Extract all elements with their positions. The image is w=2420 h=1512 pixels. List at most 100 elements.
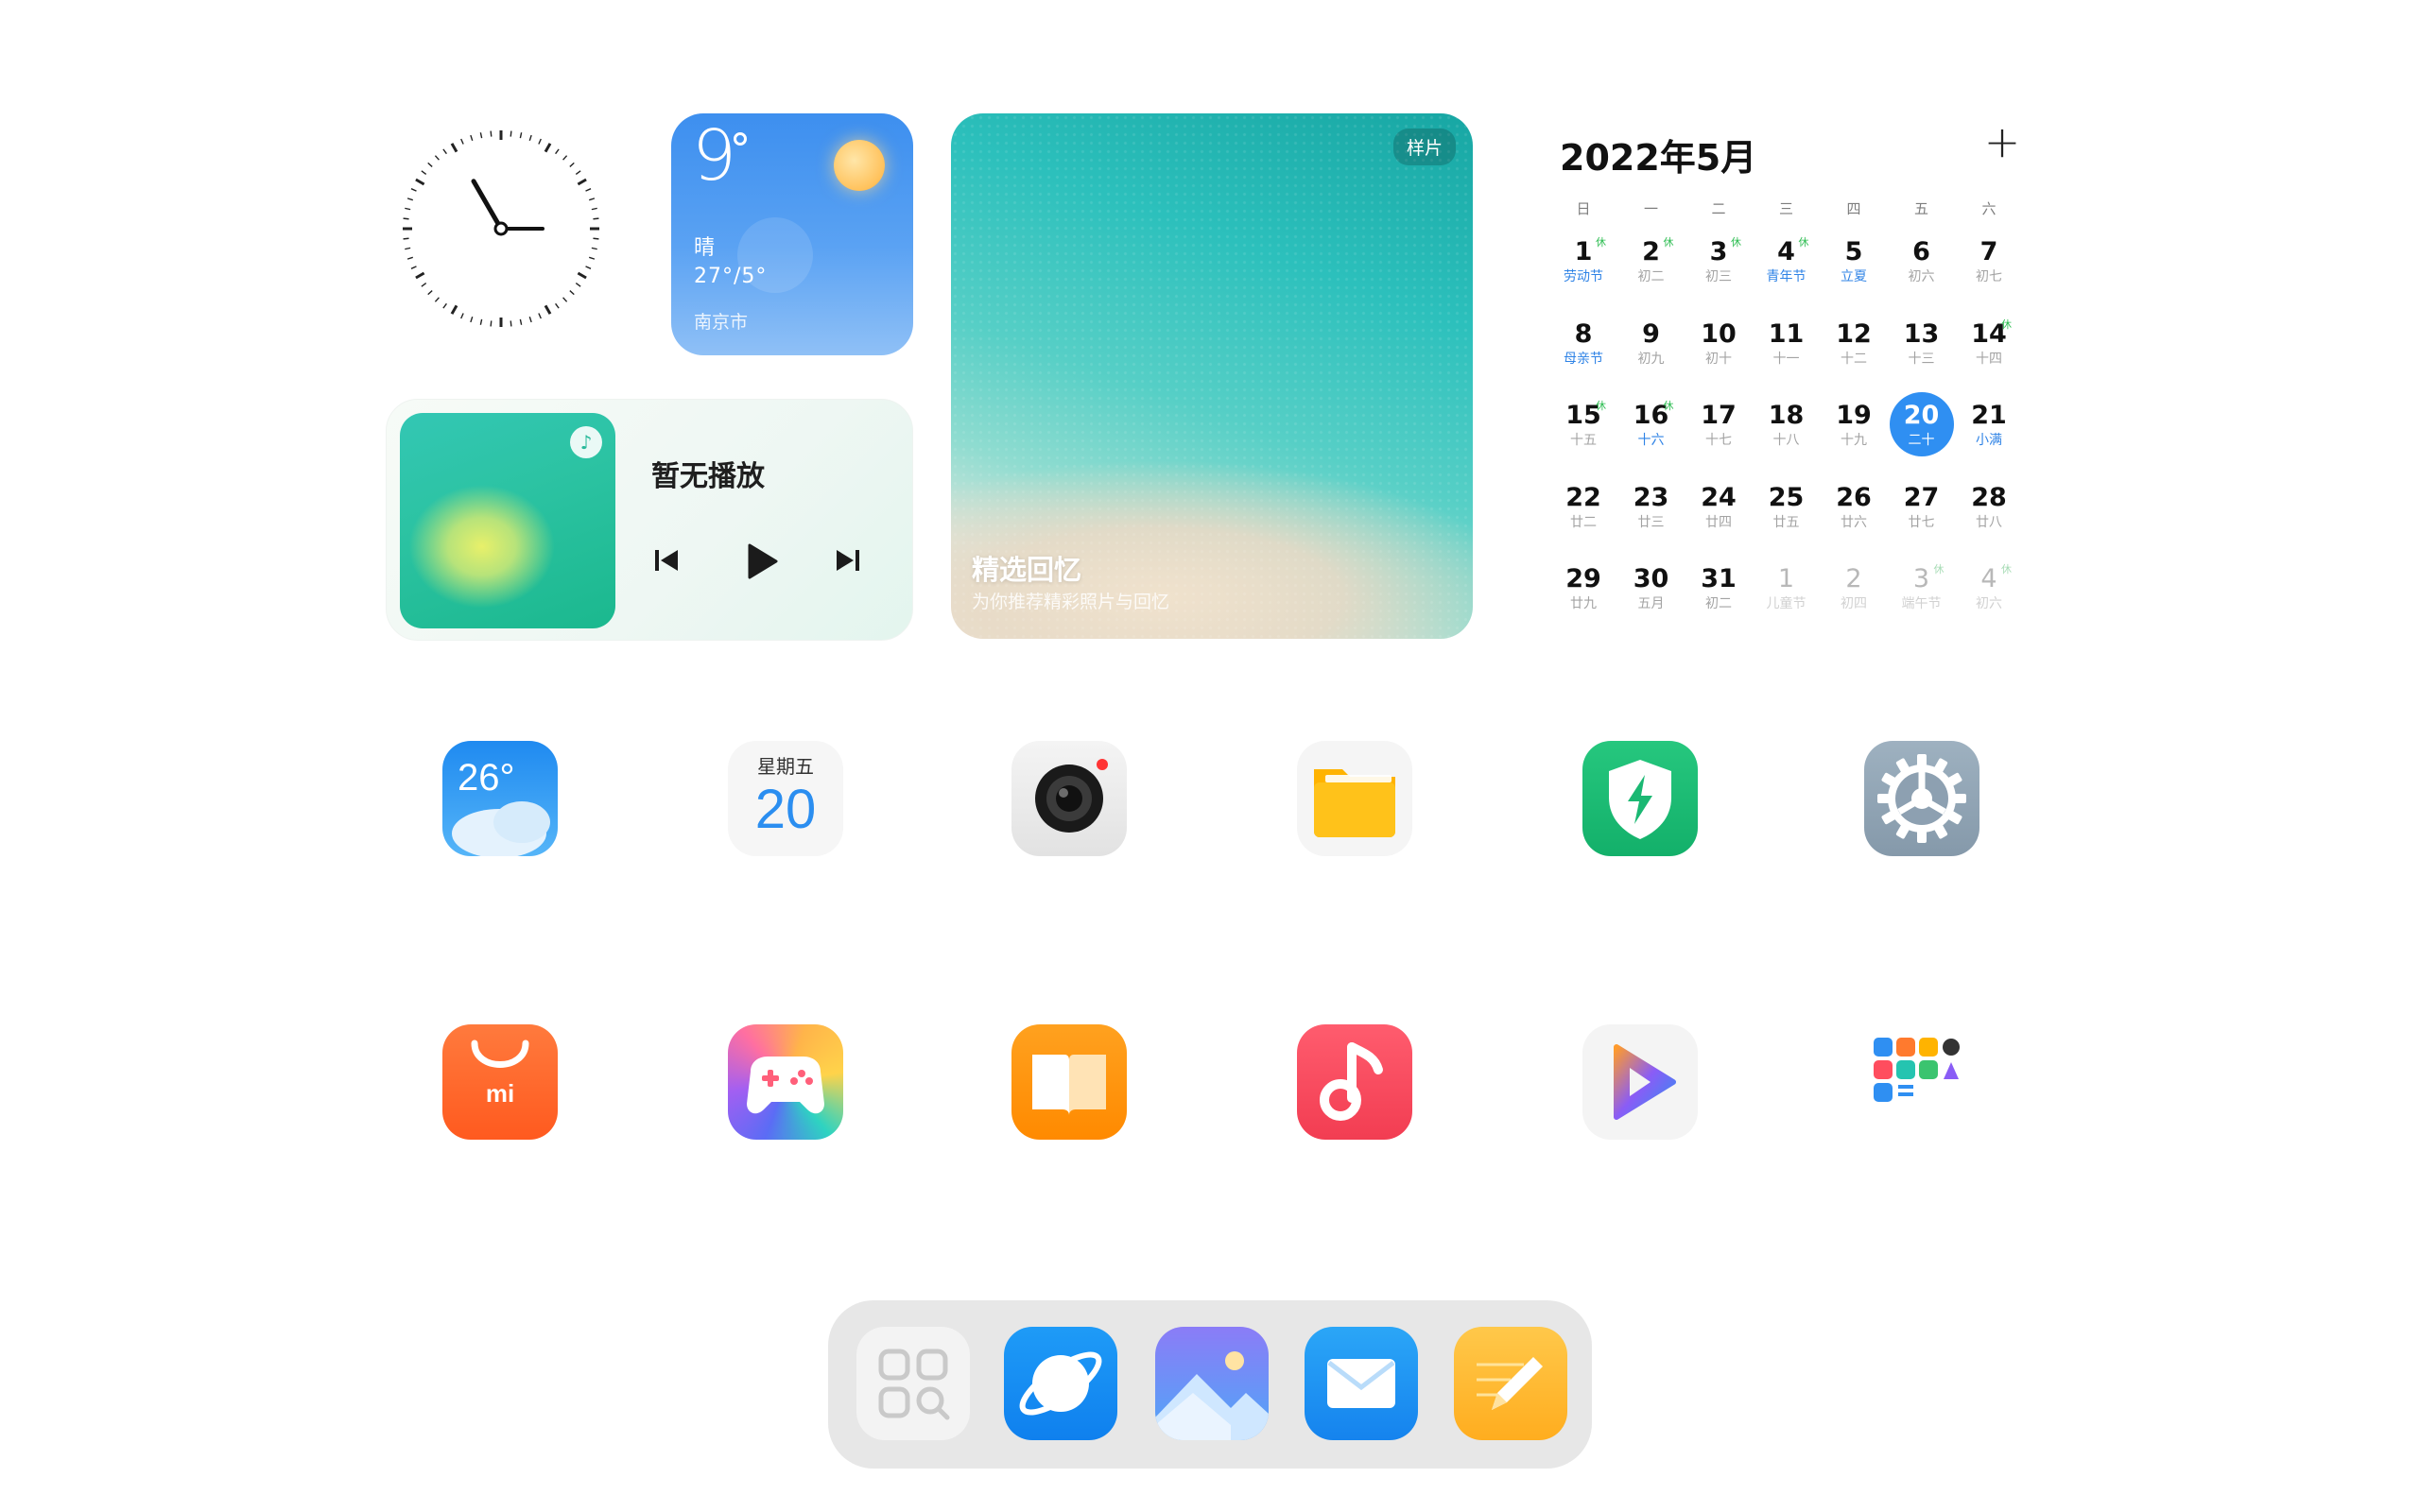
calendar-day[interactable]: 12 十二 (1821, 309, 1887, 385)
calendar-day[interactable]: 18 十八 (1754, 390, 1820, 466)
calendar-day-number: 31 (1701, 564, 1737, 593)
calendar-lunar-label: 十八 (1772, 433, 1800, 448)
clock-minute-tick (442, 302, 447, 309)
calendar-lunar-label: 十七 (1705, 433, 1732, 448)
clock-minute-tick (460, 313, 464, 319)
calendar-day-number: 6 (1912, 237, 1930, 266)
calendar-day[interactable]: 6 初六 (1889, 227, 1955, 302)
camera-app-icon[interactable] (1011, 741, 1127, 856)
app-folder-icon[interactable] (1864, 1024, 1979, 1140)
plus-icon[interactable]: + (1981, 120, 2023, 164)
music-app-icon[interactable] (1297, 1024, 1412, 1140)
skip-previous-icon[interactable] (648, 541, 685, 579)
weekday-header: 三 (1778, 200, 1793, 217)
calendar-day[interactable]: 31 初二 (1685, 554, 1752, 629)
clock-minute-tick (585, 188, 592, 192)
calendar-day[interactable]: 17 十七 (1685, 390, 1752, 466)
calendar-day[interactable]: 1 儿童节 (1754, 554, 1820, 629)
calendar-day[interactable]: 26 廿六 (1821, 472, 1887, 548)
weather-app-icon[interactable]: 26° (442, 741, 558, 856)
mail-app-icon[interactable] (1305, 1327, 1418, 1440)
calendar-day[interactable]: 11 十一 (1754, 309, 1820, 385)
calendar-day[interactable]: 19 十九 (1821, 390, 1887, 466)
calendar-day[interactable]: 3 端午节 休 (1889, 554, 1955, 629)
clock-minute-tick (510, 130, 512, 137)
settings-app-icon[interactable] (1864, 741, 1979, 856)
app-drawer-icon[interactable] (856, 1327, 970, 1440)
calendar-day[interactable]: 3 初三 休 (1685, 227, 1752, 302)
calendar-day[interactable]: 2 初四 (1821, 554, 1887, 629)
calendar-day[interactable]: 8 母亲节 (1550, 309, 1616, 385)
calendar-day-today[interactable]: 20 二十 (1889, 390, 1955, 466)
calendar-lunar-label: 初七 (1976, 269, 2002, 284)
calendar-day[interactable]: 30 五月 (1618, 554, 1685, 629)
music-title: 暂无播放 (651, 460, 765, 493)
calendar-day[interactable]: 1 劳动节 休 (1550, 227, 1616, 302)
calendar-day[interactable]: 5 立夏 (1821, 227, 1887, 302)
calendar-day[interactable]: 29 廿九 (1550, 554, 1616, 629)
clock-minute-tick (538, 313, 542, 319)
calendar-day[interactable]: 14 十四 休 (1956, 309, 2022, 385)
notes-app-icon[interactable] (1454, 1327, 1567, 1440)
weekday-header: 六 (1981, 200, 1996, 217)
clock-minute-tick (405, 207, 411, 211)
clock-minute-tick (406, 256, 414, 260)
weather-widget[interactable]: 9 晴 27°/5° 南京市 (671, 113, 913, 355)
rest-day-badge: 休 (1596, 400, 1606, 412)
video-player-app-icon[interactable] (1582, 1024, 1698, 1140)
clock-minute-tick (538, 138, 542, 145)
calendar-day[interactable]: 4 青年节 休 (1754, 227, 1820, 302)
music-widget[interactable]: ♪ 暂无播放 (386, 399, 913, 641)
calendar-day[interactable]: 16 十六 休 (1618, 390, 1685, 466)
gallery-memories-widget[interactable]: 样片 精选回忆 为你推荐精彩照片与回忆 (951, 113, 1473, 639)
skip-next-icon[interactable] (829, 541, 867, 579)
calendar-day[interactable]: 9 初九 (1618, 309, 1685, 385)
weekday-header: 一 (1643, 200, 1658, 217)
calendar-day[interactable]: 10 初十 (1685, 309, 1752, 385)
calendar-widget[interactable]: 2022年5月 + 日一二三四五六 1 劳动节休 2 初二休 3 初三休 4 青年节休 5 立夏 6 初… (1550, 113, 2023, 643)
calendar-app-icon[interactable]: 星期五 20 (728, 741, 843, 856)
calendar-day[interactable]: 13 十三 (1889, 309, 1955, 385)
calendar-day[interactable]: 27 廿七 (1889, 472, 1955, 548)
security-app-icon[interactable] (1582, 741, 1698, 856)
clock-minute-tick (403, 217, 409, 220)
calendar-day[interactable]: 21 小满 (1956, 390, 2022, 466)
calendar-day[interactable]: 25 廿五 (1754, 472, 1820, 548)
clock-widget[interactable] (386, 113, 616, 344)
calendar-day[interactable]: 22 廿二 (1550, 472, 1616, 548)
clock-minute-tick (588, 256, 596, 260)
game-center-app-icon[interactable] (728, 1024, 843, 1140)
calendar-lunar-label: 立夏 (1841, 269, 1867, 284)
calendar-day[interactable]: 2 初二 休 (1618, 227, 1685, 302)
gallery-app-icon[interactable] (1155, 1327, 1269, 1440)
calendar-day-number: 21 (1971, 401, 2007, 430)
calendar-day[interactable]: 24 廿四 (1685, 472, 1752, 548)
calendar-day[interactable]: 28 廿八 (1956, 472, 2022, 548)
calendar-day[interactable]: 7 初七 (1956, 227, 2022, 302)
calendar-lunar-label: 十四 (1976, 351, 2002, 367)
degree-symbol (734, 132, 747, 146)
rest-day-badge: 休 (2001, 563, 2012, 576)
files-app-icon[interactable] (1297, 741, 1412, 856)
clock-hour-hand (471, 179, 504, 232)
clock-hour-tick (544, 304, 552, 315)
weekday-header: 二 (1711, 200, 1726, 217)
weather-app-temp: 26° (458, 757, 515, 799)
books-app-icon[interactable] (1011, 1024, 1127, 1140)
calendar-lunar-label: 廿五 (1772, 514, 1800, 530)
calendar-day[interactable]: 23 廿三 (1618, 472, 1685, 548)
calendar-day[interactable]: 4 初六 休 (1956, 554, 2022, 629)
calendar-day[interactable]: 15 十五 休 (1550, 390, 1616, 466)
clock-minute-tick (519, 132, 523, 139)
calendar-lunar-label: 劳动节 (1564, 269, 1603, 284)
calendar-lunar-label: 儿童节 (1766, 596, 1806, 611)
calendar-lunar-label: 廿二 (1570, 514, 1597, 530)
play-icon[interactable] (736, 538, 784, 585)
calendar-lunar-label: 廿九 (1570, 596, 1597, 611)
calendar-lunar-label: 廿七 (1908, 514, 1935, 530)
calendar-day-number: 3 (1912, 564, 1930, 593)
clock-minute-tick (593, 237, 599, 240)
calendar-day-number: 16 (1633, 401, 1669, 430)
mi-store-app-icon[interactable]: mi (442, 1024, 558, 1140)
browser-app-icon[interactable] (1004, 1327, 1117, 1440)
